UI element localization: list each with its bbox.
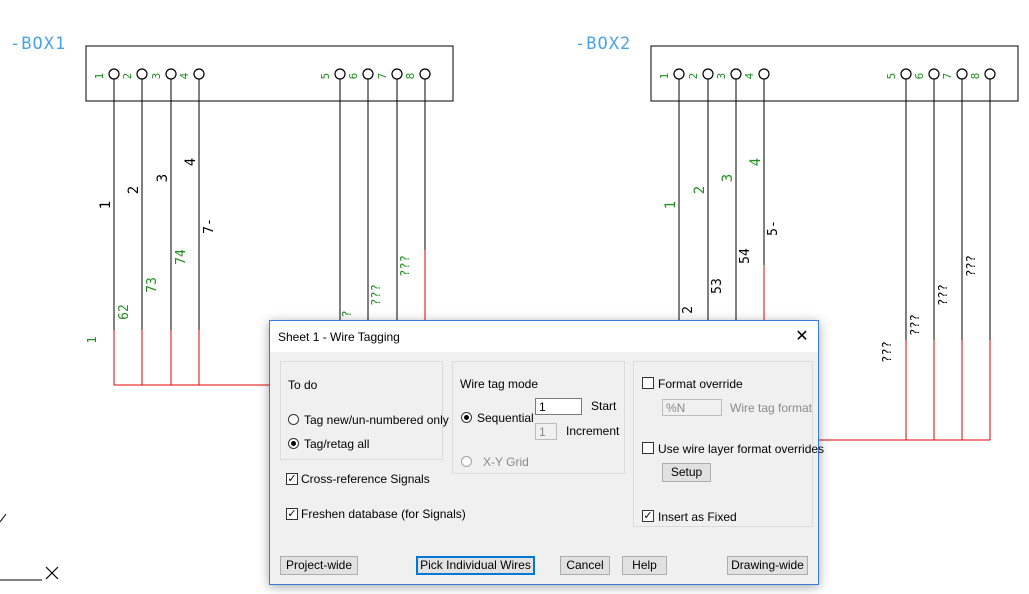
box2-label: -BOX2 [575, 34, 632, 54]
todo-heading: To do [288, 378, 318, 392]
box2-left-2-terminal-label: 2 [687, 73, 700, 80]
box2-left-1-terminal [673, 68, 685, 80]
box1-wire-tag-3: 3 [155, 174, 171, 182]
box2-wire-tag-2: 2 [692, 186, 708, 194]
box2-left-4-terminal-label: 4 [743, 72, 756, 79]
insert-fixed-checkbox[interactable]: ✓ [642, 510, 654, 522]
box1-right-1-terminal [334, 68, 346, 80]
box2-right-4-terminal-label: 8 [969, 73, 982, 80]
box1-right-4-terminal [419, 68, 431, 80]
box1-right-4-terminal-label: 8 [404, 73, 417, 80]
increment-label: Increment [566, 424, 620, 438]
box2-right-tag-3: ??? [936, 284, 950, 306]
box1-wire-tag-2: 2 [126, 186, 142, 194]
dialog-title: Sheet 1 - Wire Tagging [278, 330, 400, 344]
box1-xref-3: 74 [174, 249, 189, 265]
box1-extra-tag: 1 [85, 336, 99, 343]
increment-input[interactable] [535, 423, 557, 440]
freshen-checkbox[interactable]: ✓ [286, 508, 298, 520]
box1-xref-4: 7- [202, 218, 217, 234]
box2-right-tag-2: ??? [908, 314, 922, 336]
box2-left-3-terminal [730, 68, 742, 80]
box2-wire-tag-1: 1 [663, 201, 679, 209]
box2-right-2-terminal [928, 68, 940, 80]
box1-left-4-terminal-label: 4 [178, 72, 191, 79]
format-label: Wire tag format [730, 401, 813, 415]
box1-left-3-terminal-label: 3 [150, 73, 163, 80]
box1-left-1-terminal-label: 1 [93, 73, 106, 80]
format-input[interactable] [662, 399, 722, 416]
box2-left-3-terminal-label: 3 [715, 73, 728, 80]
start-input[interactable] [535, 398, 582, 415]
cross-reference-label[interactable]: Cross-reference Signals [301, 472, 430, 486]
box2-right-tag-1: ??? [880, 341, 894, 363]
box2-right-4-terminal [984, 68, 996, 80]
project-wide-button[interactable]: Project-wide [280, 556, 358, 575]
box1-right-tag-3: ??? [369, 284, 383, 306]
box2-right-3-terminal [956, 68, 968, 80]
box1-wire-tag-1: 1 [98, 201, 114, 209]
box1-xref-1: 62 [117, 304, 132, 320]
titlebar: Sheet 1 - Wire Tagging ✕ [270, 321, 818, 352]
close-icon[interactable]: ✕ [794, 326, 810, 346]
box2-left-2-terminal [702, 68, 714, 80]
box2-right-1-terminal-label: 5 [885, 73, 898, 80]
mode-heading: Wire tag mode [460, 377, 539, 391]
sequential-radio[interactable] [461, 412, 472, 423]
drawing-wide-button[interactable]: Drawing-wide [727, 556, 808, 575]
freshen-label[interactable]: Freshen database (for Signals) [301, 507, 466, 521]
pick-wires-button[interactable]: Pick Individual Wires [416, 556, 535, 575]
box1-right-1-terminal-label: 5 [319, 73, 332, 80]
cancel-button[interactable]: Cancel [560, 556, 610, 575]
box1-left-3-terminal [165, 68, 177, 80]
box2-xref-2: 53 [710, 278, 725, 294]
insert-fixed-label[interactable]: Insert as Fixed [658, 510, 737, 524]
tag-new-label[interactable]: Tag new/un-numbered only [304, 413, 449, 427]
box1-label: -BOX1 [10, 34, 67, 54]
format-override-checkbox[interactable] [642, 377, 654, 389]
wire-tagging-dialog: Sheet 1 - Wire Tagging ✕ To do Tag new/u… [269, 320, 824, 585]
box1-right-2-terminal [362, 68, 374, 80]
start-label: Start [591, 399, 617, 413]
box1-left-2-terminal [136, 68, 148, 80]
box1-left-2-terminal-label: 2 [121, 73, 134, 80]
box1-right-2-terminal-label: 6 [347, 73, 360, 80]
help-button[interactable]: Help [622, 556, 667, 575]
box2-right-1-terminal [900, 68, 912, 80]
box1-left-1-terminal [108, 68, 120, 80]
ucs-tick [0, 513, 7, 523]
box2-xref-4: 5- [766, 220, 781, 236]
box2-left-4-terminal [758, 68, 770, 80]
box2-right-tag-4: ??? [964, 255, 978, 277]
layer-override-checkbox[interactable] [642, 442, 654, 454]
format-override-label[interactable]: Format override [658, 377, 743, 391]
box1-right-tag-4: ??? [398, 255, 412, 277]
box2-xref-1: 2 [681, 306, 696, 314]
box2-right-2-terminal-label: 6 [913, 73, 926, 80]
sequential-label[interactable]: Sequential [477, 411, 534, 425]
cross-reference-checkbox[interactable]: ✓ [286, 473, 298, 485]
layer-override-label[interactable]: Use wire layer format overrides [658, 442, 824, 456]
box2-left-1-terminal-label: 1 [658, 73, 671, 80]
xy-grid-radio[interactable] [461, 456, 472, 467]
setup-button[interactable]: Setup [662, 463, 711, 482]
box2-right-3-terminal-label: 7 [941, 73, 954, 80]
box1-right-3-terminal-label: 7 [376, 73, 389, 80]
xy-grid-label[interactable]: X-Y Grid [483, 455, 529, 469]
tag-new-radio[interactable] [288, 414, 299, 425]
box1-right-tag-2: ? [340, 310, 354, 317]
box1-xref-2: 73 [145, 277, 160, 293]
box2-wire-tag-4: 4 [748, 158, 764, 166]
box1-wire-tag-4: 4 [183, 158, 199, 166]
box2-xref-3: 54 [738, 248, 753, 264]
box2-wire-tag-3: 3 [720, 174, 736, 182]
box1-left-4-terminal [193, 68, 205, 80]
box1-right-3-terminal [391, 68, 403, 80]
tag-all-label[interactable]: Tag/retag all [304, 437, 369, 451]
tag-all-radio[interactable] [288, 438, 299, 449]
